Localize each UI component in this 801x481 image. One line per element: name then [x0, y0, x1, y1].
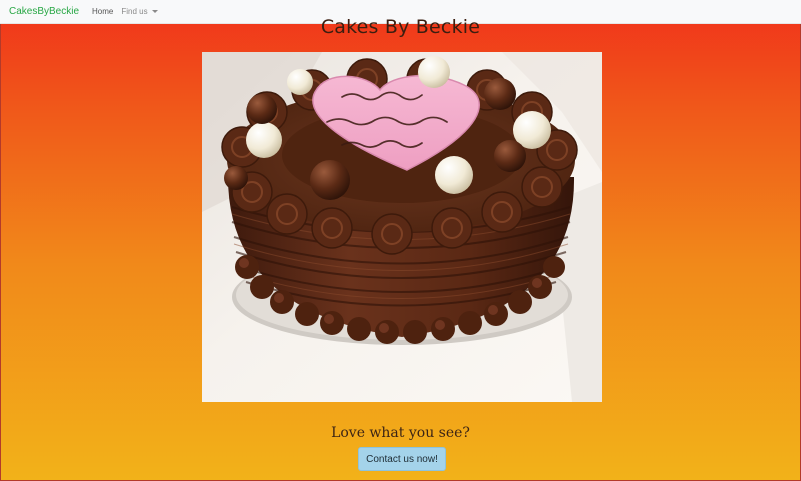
nav-dropdown-find-us-label: Find us: [121, 7, 148, 16]
caret-down-icon: [151, 10, 158, 13]
cake-illustration: [202, 52, 602, 402]
cta-text: Love what you see?: [331, 425, 470, 441]
nav-dropdown-find-us[interactable]: Find us: [121, 7, 158, 16]
page-title: Cakes By Beckie: [320, 16, 481, 38]
contact-us-button[interactable]: Contact us now!: [358, 447, 446, 471]
nav-link-home[interactable]: Home: [92, 7, 113, 16]
cake-photo: [202, 52, 602, 402]
